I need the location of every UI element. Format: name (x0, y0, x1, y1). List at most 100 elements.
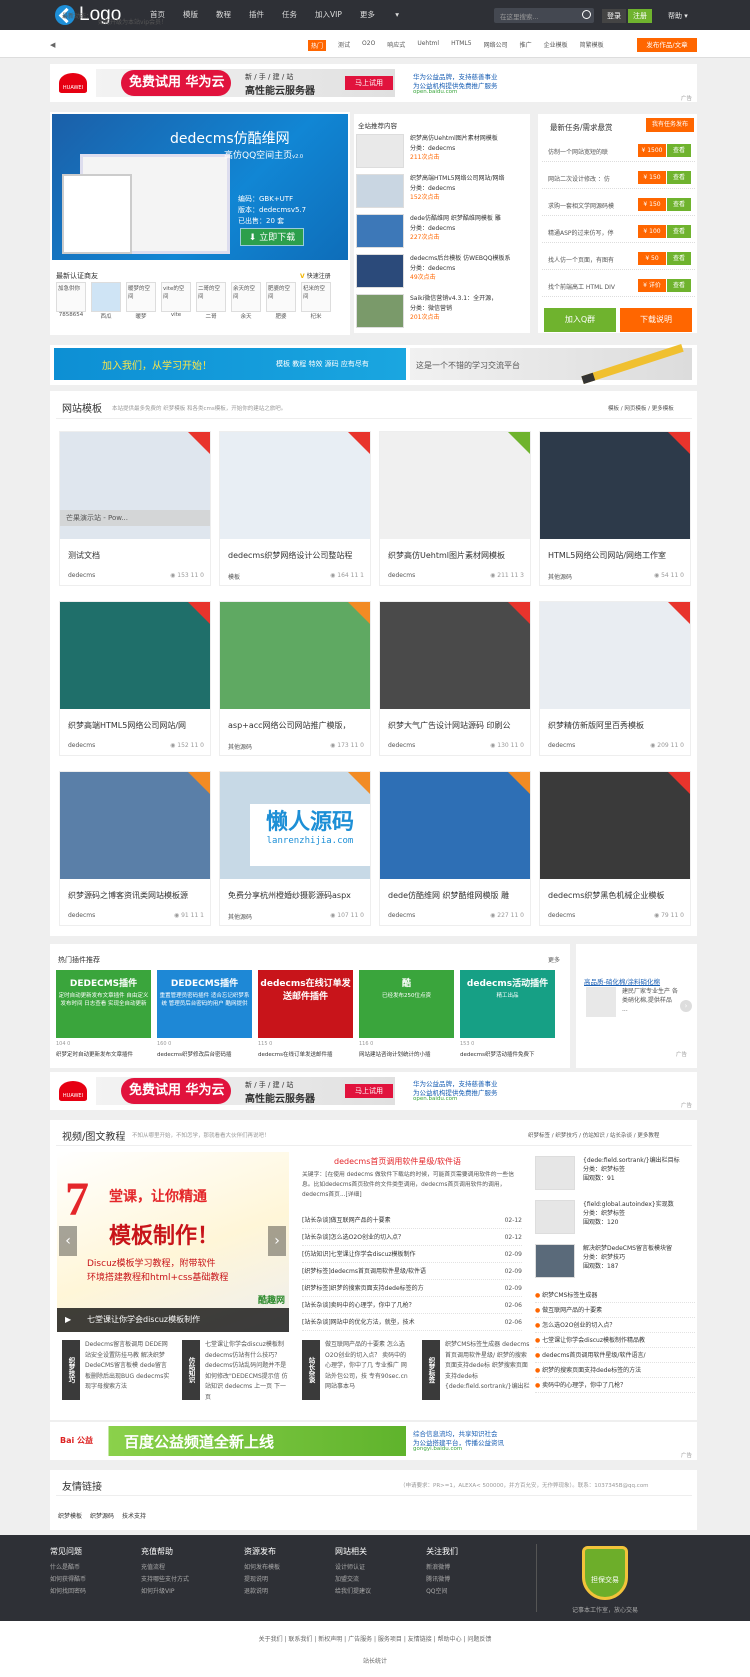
verified-user[interactable]: 肥婆的空间 肥婆 (266, 282, 296, 320)
template-card[interactable]: 织梦源码之博客资讯类网站模板源 dedecms ◉ 91 11 1 (59, 771, 211, 926)
prev-arrow-icon[interactable]: ‹ (59, 1226, 77, 1256)
right-article[interactable]: {dede:field.sortrank/}编出栏目标 分类：织梦标签 围观数：91 (535, 1156, 695, 1200)
template-title[interactable]: 织梦大气广告设计网站源码 印刷公 (388, 720, 526, 731)
template-card[interactable]: dede仿酷维网 织梦酷维网模版 雕 dedecms ◉ 227 11 0 (379, 771, 531, 926)
right-link[interactable]: ● 怎么选O2O创业的切入点？ (535, 1318, 695, 1333)
category-label[interactable]: 织梦技巧 (62, 1340, 80, 1400)
plugin-caption[interactable]: 网站建站咨询计划统计的小插 (359, 1050, 454, 1058)
tag[interactable]: 简繁模板 (580, 40, 604, 51)
right-link[interactable]: ● 七堂课让你学会discuz模板制作精品教 (535, 1333, 695, 1348)
tutorial-feature-image[interactable]: 7 堂课，让你精通 模板制作！ Discuz模板学习教程，附带软件 环境搭建教程… (57, 1152, 289, 1332)
tutorial-breadcrumb[interactable]: 织梦标签 / 织梦技巧 / 仿站知识 / 站长杂谈 / 更多教程 (528, 1131, 659, 1139)
task-view-button[interactable]: 查看 (667, 225, 691, 238)
list-item[interactable]: [织梦标签]织梦的搜索页面支持dede标签的方 02-09 (302, 1280, 522, 1297)
template-title[interactable]: 免费分享杭州橙婚纱摄影源码aspx (228, 890, 366, 901)
template-card[interactable]: 测试文档 dedecms ◉ 153 11 0 芒果演示站 - Pow... (59, 431, 211, 586)
task-view-button[interactable]: 查看 (667, 144, 691, 157)
tag[interactable]: 企业模板 (544, 40, 568, 51)
category-text[interactable]: 做互联网产品的十要素 怎么选O2O创业的切入点？ 卖码中的心理学，你中了几 专业… (325, 1340, 411, 1400)
tag[interactable]: O2O (362, 40, 375, 51)
right-article[interactable]: {field:global.autoindex}实现数 分类：织梦标签 围观数：12… (535, 1200, 695, 1244)
feature-caption[interactable]: ▶ 七堂课让你学会discuz模板制作 (57, 1308, 289, 1332)
verified-user[interactable]: 西瓜 (91, 282, 121, 320)
plugins-more[interactable]: 更多 (548, 955, 560, 964)
plugin-tile[interactable]: DEDECMS插件 重置管理员密码插件 适合忘记织梦系统 管理员后台密码的用户 酷… (157, 970, 252, 1038)
verified-user[interactable]: 余天的空间 余天 (231, 282, 261, 320)
tag[interactable]: 响应式 (387, 40, 405, 51)
tag[interactable]: HTML5 (451, 40, 472, 51)
list-item[interactable]: [站长杂谈]做互联网产品的十要素 02-12 (302, 1212, 522, 1229)
recommend-item[interactable]: dedecms后台模板 仿WEBQQ模板系 分类：dedecms 49次点击 (356, 254, 530, 294)
plugin-caption[interactable]: dedecms织梦活动插件免费下 (460, 1050, 555, 1058)
footer-link[interactable]: 如何找回密码 (50, 1586, 86, 1598)
task-view-button[interactable]: 查看 (667, 252, 691, 265)
footer-link[interactable]: 腾讯微博 (426, 1574, 458, 1586)
template-title[interactable]: 织梦源码之博客资讯类网站模板源 (68, 890, 206, 901)
task-row[interactable]: 找人仿一个页面，有图有 ¥ 50 查看 (542, 248, 695, 270)
verified-user[interactable]: 杞米的空间 杞米 (301, 282, 331, 320)
huawei-ad[interactable]: HUAWEI 免费试用 华为云 新 / 手 / 建 / 站 高性能云服务器 马上… (55, 1077, 395, 1105)
template-card[interactable]: 织梦高仿Uehtml图片素材网模板 dedecms ◉ 211 11 3 (379, 431, 531, 586)
plugin-tile[interactable]: 酷已经发布250位点资 (359, 970, 454, 1038)
ad-try-button[interactable]: 马上试用 (345, 76, 393, 90)
task-row[interactable]: 网站二次设计修改 ：仿 ¥ 150 查看 (542, 167, 695, 189)
task-row[interactable]: 找个前端高工 HTML DIV ¥ 详价 查看 (542, 275, 695, 297)
search-input[interactable]: 在这里搜索... (494, 8, 594, 23)
nav-item-tutorials[interactable]: 教程 (216, 0, 231, 30)
task-row[interactable]: 精通ASP的过来仿写，停 ¥ 100 查看 (542, 221, 695, 243)
plugin-caption[interactable]: dedecms在线订单发送邮件插 (258, 1050, 353, 1058)
site-stats-link[interactable]: 站长统计 (0, 1656, 750, 1665)
nav-item-more[interactable]: 更多 ▾ (360, 0, 417, 30)
plugin-tile[interactable]: dedecms在线订单发送邮件插件 (258, 970, 353, 1038)
category-text[interactable]: 七堂课让你学会discuz模板制 dedecms仿站有什么技巧？ dedecms… (205, 1340, 291, 1400)
footer-link[interactable]: 充值流程 (141, 1562, 189, 1574)
template-title[interactable]: dedecms织梦网络设计公司整站程 (228, 550, 366, 561)
publish-button[interactable]: 发布作品/文章 (637, 38, 697, 52)
footer-link[interactable]: 如何发布模板 (244, 1562, 280, 1574)
next-arrow-icon[interactable]: › (268, 1226, 286, 1256)
tag[interactable]: 推广 (520, 40, 532, 51)
verified-user[interactable]: vite的空间 vite (161, 282, 191, 320)
verified-user[interactable]: 暖梦的空间 暖梦 (126, 282, 156, 320)
plugin-tile[interactable]: DEDECMS插件 定时自动更新发布文章插件 自由定义发布时间 日志查看 实现全自… (56, 970, 151, 1038)
help-menu[interactable]: 帮助 ▾ (668, 11, 688, 21)
footer-link[interactable]: 支持哪些支付方式 (141, 1574, 189, 1586)
template-card[interactable]: 织梦大气广告设计网站源码 印刷公 dedecms ◉ 130 11 0 (379, 601, 531, 756)
template-title[interactable]: 测试文档 (68, 550, 206, 561)
template-title[interactable]: 织梦精仿新版阿里百秀模板 (548, 720, 686, 731)
template-card[interactable]: HTML5网络公司网站/网络工作室 其他源码 ◉ 54 11 0 (539, 431, 691, 586)
search-icon[interactable] (582, 10, 591, 19)
list-item[interactable]: [站长杂谈]卖码中的心理学，你中了几枪？ 02-06 (302, 1297, 522, 1314)
footer-link[interactable]: 设计师认证 (335, 1562, 371, 1574)
category-label[interactable]: 站长杂谈 (302, 1340, 320, 1400)
publish-task-button[interactable]: 我有任务发布 (646, 118, 694, 132)
quick-register-link[interactable]: V 快速注册 (300, 271, 331, 280)
footer-link[interactable]: 如何获得酷币 (50, 1574, 86, 1586)
right-link[interactable]: ● 织梦CMS标签生成器 (535, 1288, 695, 1303)
nav-item-plugins[interactable]: 插件 (249, 0, 264, 30)
join-banner-left[interactable]: 加入我们，从学习开始！ 模板 教程 特效 源码 应有尽有 (54, 348, 406, 380)
right-link[interactable]: ● dedecms首页调用软件星级/软件语言/ (535, 1348, 695, 1363)
right-link[interactable]: ● 卖码中的心理学，你中了几枪？ (535, 1378, 695, 1393)
tag[interactable]: 网络公司 (484, 40, 508, 51)
verified-user[interactable]: 二哥的空间 二哥 (196, 282, 226, 320)
list-item[interactable]: [织梦标签]dedecms首页调用软件星级/软件语 02-09 (302, 1263, 522, 1280)
plugin-caption[interactable]: 织梦定时自动更新发布文章插件 (56, 1050, 151, 1058)
template-title[interactable]: dedecms织梦黑色机械企业模板 (548, 890, 686, 901)
right-link[interactable]: ● 做互联网产品的十要素 (535, 1303, 695, 1318)
nav-item-vip[interactable]: 加入VIP (315, 0, 342, 30)
recommend-item[interactable]: dede仿酷维网 织梦酷维网模板 雕分类：dedecms 227次点击 (356, 214, 530, 254)
friend-link[interactable]: 织梦源码 (90, 1511, 114, 1520)
template-card[interactable]: dedecms织梦网络设计公司整站程 模板 ◉ 164 11 1 (219, 431, 371, 586)
template-title[interactable]: dede仿酷维网 织梦酷维网模版 雕 (388, 890, 526, 901)
bottom-links[interactable]: 关于我们 | 联系我们 | 新权声明 | 广告服务 | 服务项目 | 友情链接 … (0, 1634, 750, 1643)
right-article[interactable]: 解决织梦DedeCMS留言板模块留 分类：织梦技巧 围观数：187 (535, 1244, 695, 1288)
task-view-button[interactable]: 查看 (667, 198, 691, 211)
join-banner-right[interactable]: 这是一个不错的学习交流平台 (410, 343, 692, 385)
footer-link[interactable]: 给我们提建议 (335, 1586, 371, 1598)
footer-link[interactable]: QQ空间 (426, 1586, 458, 1598)
join-qq-group-button[interactable]: 加入Q群 (544, 308, 616, 332)
footer-link[interactable]: 什么是酷币 (50, 1562, 86, 1574)
footer-link[interactable]: 如何升级VIP (141, 1586, 189, 1598)
template-card[interactable]: asp+acc网络公司网站推广模版， 其他源码 ◉ 173 11 0 (219, 601, 371, 756)
